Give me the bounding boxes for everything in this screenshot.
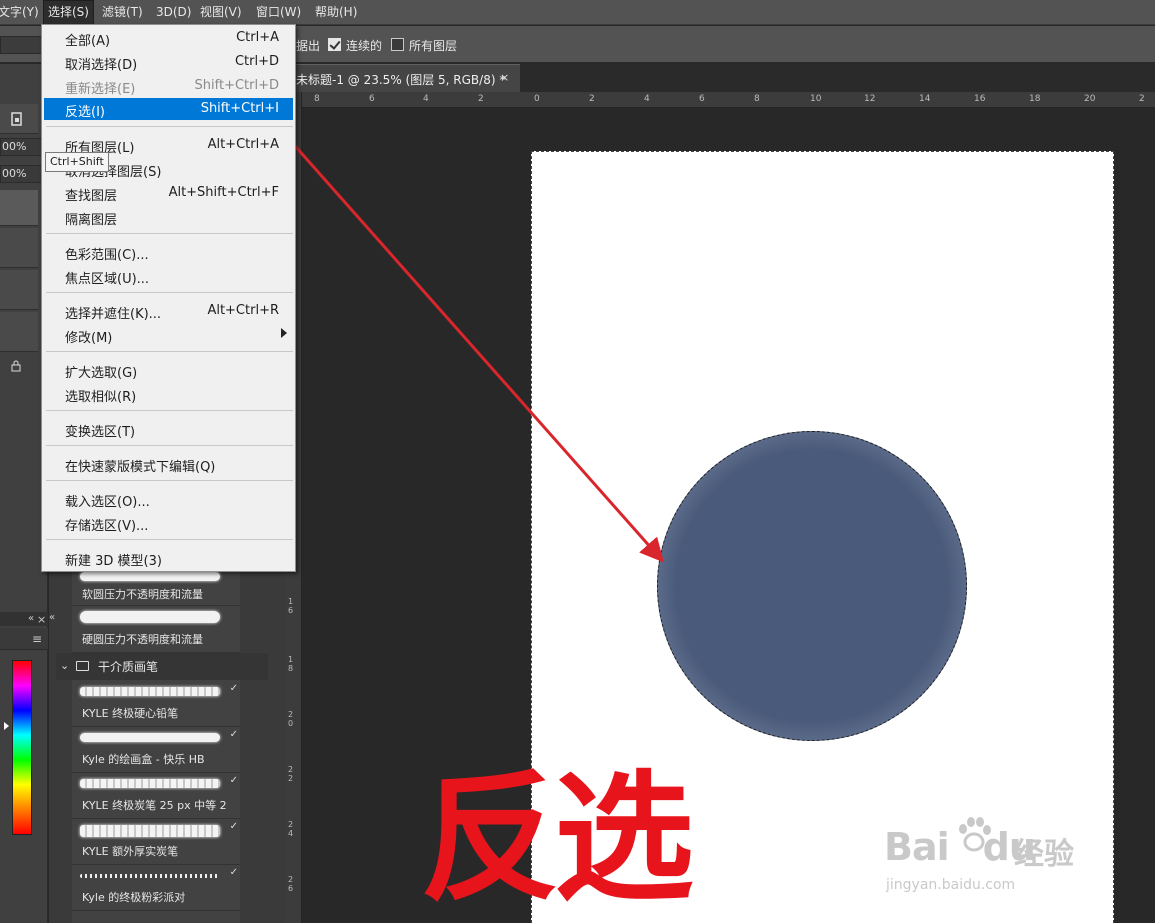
menu-item-find-layers[interactable]: 查找图层 Alt+Shift+Ctrl+F	[44, 182, 293, 204]
menu-item-transform-selection[interactable]: 变换选区(T)	[44, 418, 293, 440]
menu-item-focus-area[interactable]: 焦点区域(U)...	[44, 265, 293, 287]
menu-item-similar[interactable]: 选取相似(R)	[44, 383, 293, 405]
shortcut-tooltip: Ctrl+Shift	[45, 152, 109, 172]
menu-item-color-range[interactable]: 色彩范围(C)...	[44, 241, 293, 263]
menu-item-load-selection[interactable]: 载入选区(O)...	[44, 488, 293, 510]
menu-item-reselect: 重新选择(E) Shift+Ctrl+D	[65, 78, 279, 97]
menu-item-deselect[interactable]: 取消选择(D) Ctrl+D	[44, 51, 293, 73]
select-menu-dropdown: 全部(A) Ctrl+A 取消选择(D) Ctrl+D 重新选择(E) Shift+C…	[41, 24, 296, 572]
menu-item-grow[interactable]: 扩大选取(G)	[44, 359, 293, 381]
menu-item-save-selection[interactable]: 存储选区(V)...	[44, 512, 293, 534]
menu-item-all[interactable]: 全部(A) Ctrl+A	[44, 27, 293, 49]
menu-item-isolate-layers[interactable]: 隔离图层	[44, 206, 293, 228]
menu-item-select-and-mask[interactable]: 选择并遮住(K)... Alt+Ctrl+R	[44, 300, 293, 322]
menu-item-new-3d-model[interactable]: 新建 3D 模型(3)	[44, 547, 293, 569]
menu-item-quick-mask[interactable]: 在快速蒙版模式下编辑(Q)	[44, 453, 293, 475]
menu-item-modify[interactable]: 修改(M)	[44, 324, 293, 346]
submenu-arrow-icon	[281, 328, 287, 338]
menu-item-inverse[interactable]: 反选(I) Shift+Ctrl+I	[44, 98, 293, 120]
